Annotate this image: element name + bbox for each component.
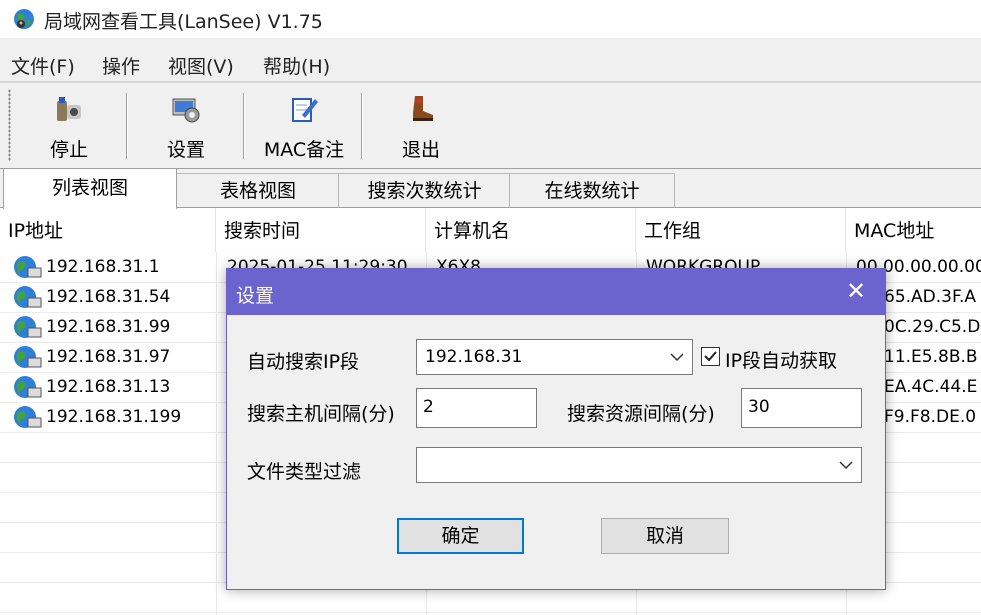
- toolbar-grip[interactable]: [8, 89, 11, 161]
- mac-cell: 65.AD.3F.A: [884, 287, 977, 307]
- title-bar: 局域网查看工具(LanSee) V1.75: [0, 0, 981, 38]
- close-icon[interactable]: ✕: [827, 269, 885, 315]
- column-header-ip[interactable]: IP地址: [0, 208, 216, 252]
- toolbar: 停止 设置 MAC备注 退出: [0, 81, 981, 169]
- ip-cell: 192.168.31.97: [46, 347, 171, 367]
- toolbar-separator: [243, 93, 244, 159]
- column-header-computer-name[interactable]: 计算机名: [426, 208, 636, 252]
- computer-network-icon: [14, 316, 42, 338]
- ip-cell: 192.168.31.54: [46, 287, 171, 307]
- settings-dialog: 设置 ✕ 自动搜索IP段 192.168.31 IP段自动获取 搜索主机间隔(分…: [226, 268, 886, 590]
- mac-note-label: MAC备注: [263, 139, 345, 161]
- ip-cell: 192.168.31.199: [46, 407, 182, 427]
- view-tabs: 列表视图 表格视图 搜索次数统计 在线数统计: [0, 168, 981, 209]
- host-interval-input[interactable]: 2: [416, 388, 537, 428]
- ip-cell: 192.168.31.99: [46, 317, 171, 337]
- mac-cell: 0C.29.C5.D: [884, 317, 981, 337]
- computer-network-icon: [14, 406, 42, 428]
- gear-icon: [172, 98, 200, 123]
- ip-cell: 192.168.31.13: [46, 377, 171, 397]
- file-filter-combo[interactable]: [416, 447, 862, 483]
- toolbar-separator: [126, 93, 127, 159]
- stop-button[interactable]: 停止: [40, 91, 98, 163]
- checkbox-box[interactable]: [701, 347, 720, 366]
- auto-ip-label: 自动搜索IP段: [247, 351, 360, 373]
- ok-button[interactable]: 确定: [397, 518, 524, 554]
- chevron-down-icon: [670, 353, 684, 362]
- menu-bar: 文件(F) 操作 视图(V) 帮助(H): [0, 44, 981, 80]
- dialog-title: 设置: [236, 285, 275, 307]
- cancel-button[interactable]: 取消: [601, 518, 729, 554]
- tab-list-view[interactable]: 列表视图: [3, 168, 177, 209]
- toolbar-separator: [361, 93, 362, 159]
- tab-table-view[interactable]: 表格视图: [176, 173, 340, 208]
- edit-note-icon: [292, 98, 318, 122]
- dialog-title-bar[interactable]: 设置 ✕: [227, 269, 885, 315]
- tab-online-count[interactable]: 在线数统计: [509, 173, 675, 208]
- auto-ip-combo[interactable]: 192.168.31: [416, 339, 693, 375]
- settings-button[interactable]: 设置: [156, 91, 216, 163]
- resource-interval-input[interactable]: 30: [741, 388, 862, 428]
- stop-label: 停止: [49, 139, 88, 161]
- host-interval-label: 搜索主机间隔(分): [247, 403, 395, 425]
- mac-note-button[interactable]: MAC备注: [256, 91, 352, 163]
- mac-cell: F9.F8.DE.0: [884, 407, 977, 427]
- computer-network-icon: [14, 256, 42, 278]
- stop-icon: [57, 97, 81, 121]
- resource-interval-label: 搜索资源间隔(分): [567, 403, 715, 425]
- chevron-down-icon: [839, 461, 853, 470]
- menu-operate[interactable]: 操作: [102, 52, 140, 79]
- host-interval-value: 2: [423, 397, 434, 417]
- tab-search-count[interactable]: 搜索次数统计: [338, 173, 511, 208]
- mac-cell: 11.E5.8B.B: [884, 347, 978, 367]
- exit-label: 退出: [401, 139, 440, 161]
- file-filter-label: 文件类型过滤: [247, 461, 362, 483]
- computer-network-icon: [14, 346, 42, 368]
- menu-view[interactable]: 视图(V): [168, 52, 234, 79]
- menu-help[interactable]: 帮助(H): [263, 52, 330, 79]
- auto-ip-value: 192.168.31: [425, 347, 523, 367]
- checkmark-icon: [704, 351, 717, 362]
- menu-file[interactable]: 文件(F): [11, 52, 75, 79]
- ip-cell: 192.168.31.1: [46, 257, 160, 277]
- column-header-mac[interactable]: MAC地址: [846, 208, 981, 252]
- row-divider: [0, 612, 981, 613]
- column-header-time[interactable]: 搜索时间: [216, 208, 426, 252]
- mac-cell: EA.4C.44.E: [884, 377, 978, 397]
- resource-interval-value: 30: [748, 397, 770, 417]
- exit-button[interactable]: 退出: [392, 91, 450, 163]
- computer-network-icon: [14, 376, 42, 398]
- auto-ip-checkbox-label: IP段自动获取: [725, 350, 838, 372]
- settings-label: 设置: [166, 139, 205, 161]
- globe-app-icon: [14, 9, 34, 29]
- window-title: 局域网查看工具(LanSee) V1.75: [44, 11, 323, 33]
- column-header-workgroup[interactable]: 工作组: [636, 208, 846, 252]
- exit-boot-icon: [413, 96, 433, 121]
- computer-network-icon: [14, 286, 42, 308]
